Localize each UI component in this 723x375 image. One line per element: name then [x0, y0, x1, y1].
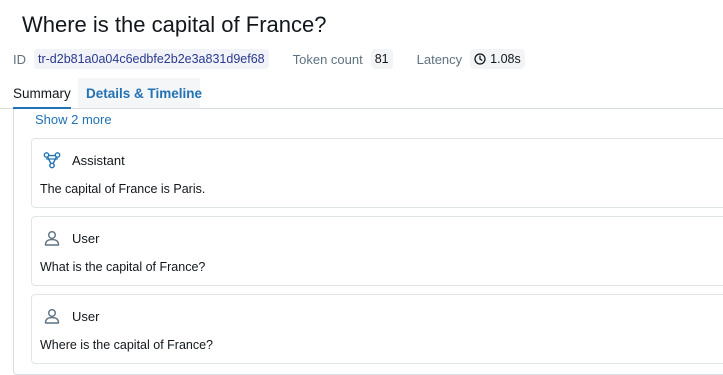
- message-text: The capital of France is Paris.: [40, 182, 206, 196]
- message-text: Where is the capital of France?: [40, 338, 213, 352]
- id-label: ID: [13, 51, 26, 67]
- user-icon: [41, 227, 63, 249]
- message-card-user: User What is the capital of France?: [31, 216, 723, 286]
- tab-summary[interactable]: Summary: [13, 78, 71, 109]
- clock-icon: [474, 53, 486, 65]
- show-more-link[interactable]: Show 2 more: [35, 112, 112, 127]
- token-count-chip: 81: [370, 49, 393, 69]
- message-role: User: [72, 230, 100, 246]
- message-header: User: [41, 228, 99, 248]
- trace-id-chip[interactable]: tr-d2b81a0a04c6edbfe2b2e3a831d9ef68: [34, 49, 269, 69]
- user-icon: [41, 305, 63, 327]
- page-title: Where is the capital of France?: [22, 12, 327, 37]
- message-card-user: User Where is the capital of France?: [31, 294, 723, 364]
- latency-label: Latency: [416, 51, 463, 67]
- token-count-label: Token count: [292, 51, 363, 67]
- message-card-assistant: Assistant The capital of France is Paris…: [31, 138, 723, 208]
- message-header: User: [41, 306, 99, 326]
- message-text: What is the capital of France?: [40, 260, 206, 274]
- assistant-icon: [41, 149, 63, 171]
- latency-value: 1.08s: [490, 52, 521, 66]
- trace-detail-page: Where is the capital of France? ID tr-d2…: [0, 0, 723, 375]
- message-role: User: [72, 308, 100, 324]
- message-role: Assistant: [72, 152, 125, 168]
- message-header: Assistant: [41, 150, 125, 170]
- trace-meta-row: ID tr-d2b81a0a04c6edbfe2b2e3a831d9ef68 T…: [13, 49, 525, 69]
- tab-bar: Summary Details & Timeline: [0, 78, 723, 109]
- tab-details-timeline[interactable]: Details & Timeline: [78, 78, 202, 108]
- latency-chip: 1.08s: [470, 49, 525, 69]
